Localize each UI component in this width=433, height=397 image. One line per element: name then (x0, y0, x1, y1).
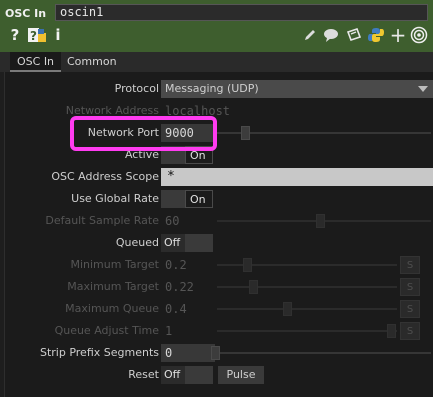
queue-adjust-time-field: 1 (161, 322, 215, 340)
slider-handle[interactable] (211, 346, 220, 360)
strip-prefix-segments-slider[interactable] (217, 352, 431, 354)
comment-icon[interactable] (322, 26, 340, 44)
param-label: Default Sample Rate (45, 214, 159, 227)
param-network-address: Network Address localhost (5, 102, 433, 120)
help-icon[interactable]: ? (9, 26, 21, 44)
slider-handle (387, 324, 396, 338)
minimum-target-field: 0.2 (161, 256, 215, 274)
default-sample-rate-field: 60 (161, 212, 215, 230)
osc-address-scope-field[interactable]: * (161, 168, 433, 186)
param-maximum-target: Maximum Target 0.22 S (5, 278, 433, 296)
python-help-icon[interactable]: ? (27, 26, 47, 44)
toggle-track[interactable] (185, 234, 213, 252)
param-label: Protocol (114, 82, 159, 95)
unit-button: S (400, 256, 420, 274)
slider-handle (249, 280, 258, 294)
slider-handle[interactable] (241, 126, 250, 140)
maximum-target-slider (217, 286, 397, 288)
python-icon[interactable] (367, 26, 385, 44)
svg-text:?: ? (30, 29, 37, 43)
slider-handle (316, 214, 325, 228)
use-global-rate-toggle[interactable]: On (185, 190, 213, 208)
operator-header: OSC In oscin1 ? ? i + (0, 0, 433, 52)
slider-handle (243, 258, 252, 272)
unit-button: S (400, 322, 420, 340)
unit-button: S (400, 300, 420, 318)
param-reset: Reset Off Pulse (5, 366, 433, 384)
chevron-down-icon (418, 86, 428, 92)
dropdown-value: Messaging (UDP) (165, 82, 259, 95)
reset-toggle[interactable]: Off (161, 366, 185, 384)
operator-type-label: OSC In (5, 7, 47, 20)
strip-prefix-segments-field[interactable]: 0 (161, 344, 215, 362)
param-label: OSC Address Scope (51, 170, 159, 183)
maximum-queue-field: 0.4 (161, 300, 215, 318)
queue-adjust-time-slider (217, 330, 397, 332)
param-strip-prefix-segments: Strip Prefix Segments 0 (5, 344, 433, 362)
maximum-target-field: 0.22 (161, 278, 215, 296)
viewer-icon[interactable] (410, 26, 428, 44)
protocol-dropdown[interactable]: Messaging (UDP) (161, 80, 433, 98)
param-minimum-target: Minimum Target 0.2 S (5, 256, 433, 274)
param-label: Maximum Queue (65, 302, 159, 315)
param-label: Queue Adjust Time (54, 324, 159, 337)
param-queued: Queued Off (5, 234, 433, 252)
add-icon[interactable]: + (389, 25, 407, 45)
param-label: Maximum Target (67, 280, 159, 293)
param-use-global-rate: Use Global Rate On (5, 190, 433, 208)
queued-toggle[interactable]: Off (161, 234, 185, 252)
operator-name-field[interactable]: oscin1 (55, 4, 428, 21)
param-label: Minimum Target (70, 258, 159, 271)
tab-common[interactable]: Common (60, 52, 124, 72)
maximum-queue-slider (217, 308, 397, 310)
toggle-track[interactable] (185, 366, 213, 384)
parameter-panel: OSC In oscin1 ? ? i + OSC In Common Prot… (0, 0, 433, 397)
info-icon[interactable]: i (53, 26, 63, 44)
param-active: Active On (5, 146, 433, 164)
param-label: Use Global Rate (71, 192, 159, 205)
param-maximum-queue: Maximum Queue 0.4 S (5, 300, 433, 318)
slider-handle (283, 302, 292, 316)
param-queue-adjust-time: Queue Adjust Time 1 S (5, 322, 433, 340)
clone-icon[interactable] (345, 26, 363, 44)
unit-button: S (400, 278, 420, 296)
parameter-tabs: OSC In Common (0, 52, 433, 72)
edit-icon[interactable] (302, 26, 318, 44)
pulse-button[interactable]: Pulse (218, 366, 264, 384)
param-protocol: Protocol Messaging (UDP) (5, 80, 433, 98)
tab-osc-in[interactable]: OSC In (10, 52, 62, 72)
param-label: Strip Prefix Segments (39, 346, 159, 359)
param-label: Queued (115, 236, 159, 249)
parameter-list: Protocol Messaging (UDP) Network Address… (4, 72, 433, 397)
param-default-sample-rate: Default Sample Rate 60 (5, 212, 433, 230)
toggle-track[interactable] (161, 190, 185, 208)
param-label: Reset (128, 368, 159, 381)
param-osc-address-scope: OSC Address Scope * (5, 168, 433, 186)
network-port-highlight (70, 116, 217, 151)
